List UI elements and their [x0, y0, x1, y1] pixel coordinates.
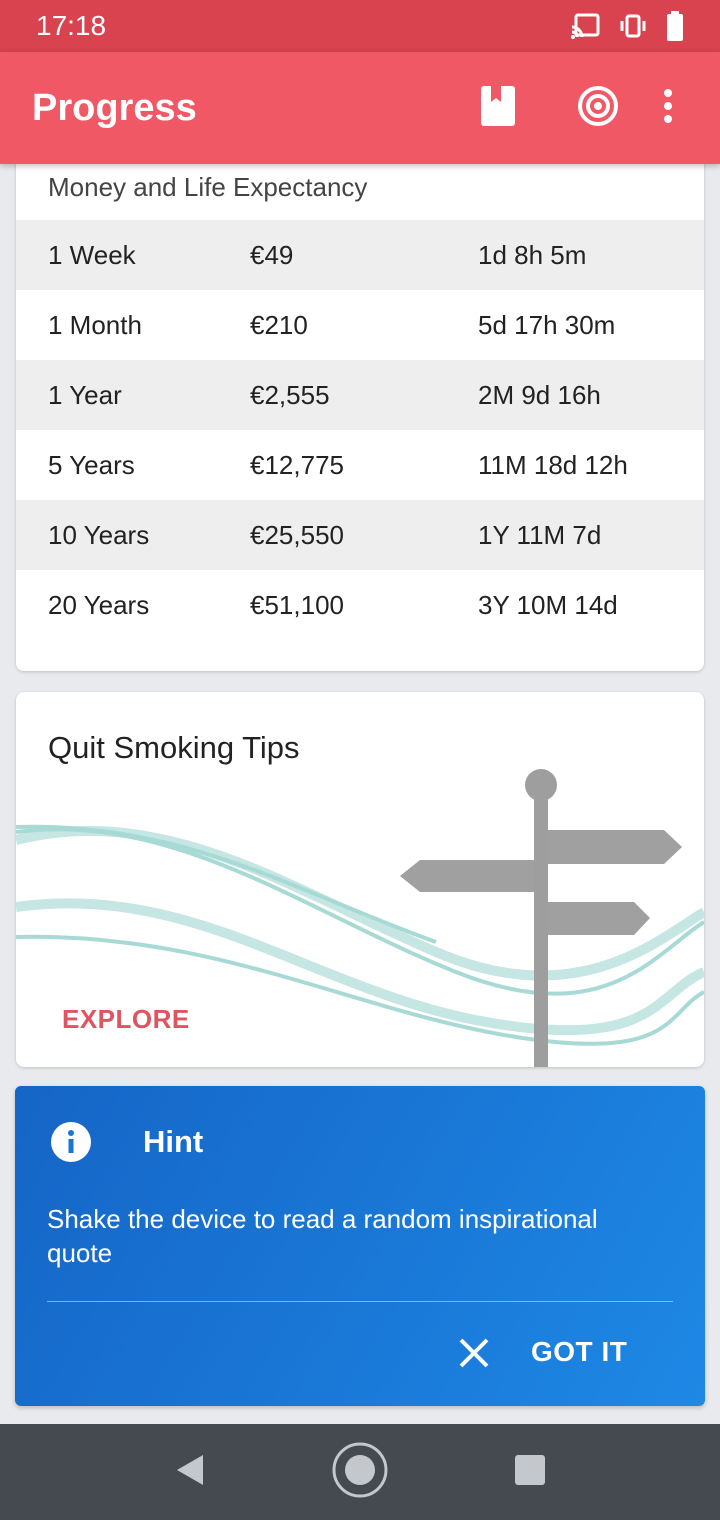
system-nav-bar [0, 1424, 720, 1520]
page-title: Progress [32, 86, 197, 129]
app-bar: Progress [0, 52, 720, 164]
period-cell: 1 Year [48, 379, 122, 410]
hint-divider [47, 1301, 673, 1302]
cast-icon [570, 13, 600, 39]
goals-button[interactable] [558, 52, 638, 164]
life-cell: 5d 17h 30m [478, 309, 616, 340]
book-icon [481, 85, 515, 131]
recents-icon [514, 1454, 546, 1491]
got-it-button[interactable]: GOT IT [531, 1336, 627, 1368]
table-row: 1 Week €49 1d 8h 5m [16, 220, 704, 290]
back-icon [175, 1453, 205, 1492]
money-cell: €12,775 [250, 449, 344, 480]
app-actions [458, 52, 688, 164]
home-icon [331, 1441, 389, 1504]
hint-title: Hint [143, 1124, 204, 1159]
overflow-menu-button[interactable] [648, 52, 688, 164]
recents-button[interactable] [500, 1424, 560, 1520]
money-cell: €51,100 [250, 589, 344, 620]
more-vert-icon [663, 88, 673, 128]
back-button[interactable] [160, 1424, 220, 1520]
life-cell: 1d 8h 5m [478, 239, 587, 270]
explore-button[interactable]: EXPLORE [62, 1004, 190, 1035]
table-row: 10 Years €25,550 1Y 11M 7d [16, 500, 704, 570]
journal-button[interactable] [458, 52, 538, 164]
period-cell: 1 Week [48, 239, 136, 270]
vibrate-icon [618, 13, 648, 39]
money-cell: €210 [250, 309, 308, 340]
status-time: 17:18 [36, 10, 107, 41]
hint-card: Hint Shake the device to read a random i… [15, 1086, 705, 1406]
period-cell: 10 Years [48, 519, 150, 550]
card-subtitle: Money and Life Expectancy [48, 172, 368, 202]
battery-icon [666, 11, 684, 41]
table-row: 20 Years €51,100 3Y 10M 14d [16, 570, 704, 640]
period-cell: 5 Years [48, 449, 135, 480]
status-bar: 17:18 [0, 0, 720, 52]
life-cell: 3Y 10M 14d [478, 589, 618, 620]
money-cell: €25,550 [250, 519, 344, 550]
close-icon[interactable] [457, 1336, 491, 1375]
table-row: 5 Years €12,775 11M 18d 12h [16, 430, 704, 500]
life-cell: 2M 9d 16h [478, 379, 601, 410]
period-cell: 20 Years [48, 589, 150, 620]
life-cell: 11M 18d 12h [478, 449, 628, 480]
info-icon [51, 1122, 91, 1167]
period-cell: 1 Month [48, 309, 142, 340]
home-button[interactable] [320, 1424, 400, 1520]
money-cell: €49 [250, 239, 294, 270]
money-cell: €2,555 [250, 379, 330, 410]
status-icons [570, 11, 684, 41]
life-cell: 1Y 11M 7d [478, 519, 602, 550]
table-row: 1 Year €2,555 2M 9d 16h [16, 360, 704, 430]
target-icon [577, 85, 619, 132]
money-life-card: Money and Life Expectancy 1 Week €49 1d … [16, 150, 704, 671]
money-table: 1 Week €49 1d 8h 5m 1 Month €210 5d 17h … [16, 220, 704, 640]
tips-card[interactable]: Quit Smoking Tips EXPLORE [16, 692, 704, 1067]
tips-title: Quit Smoking Tips [48, 730, 300, 765]
hint-text: Shake the device to read a random inspir… [47, 1204, 598, 1268]
table-row: 1 Month €210 5d 17h 30m [16, 290, 704, 360]
